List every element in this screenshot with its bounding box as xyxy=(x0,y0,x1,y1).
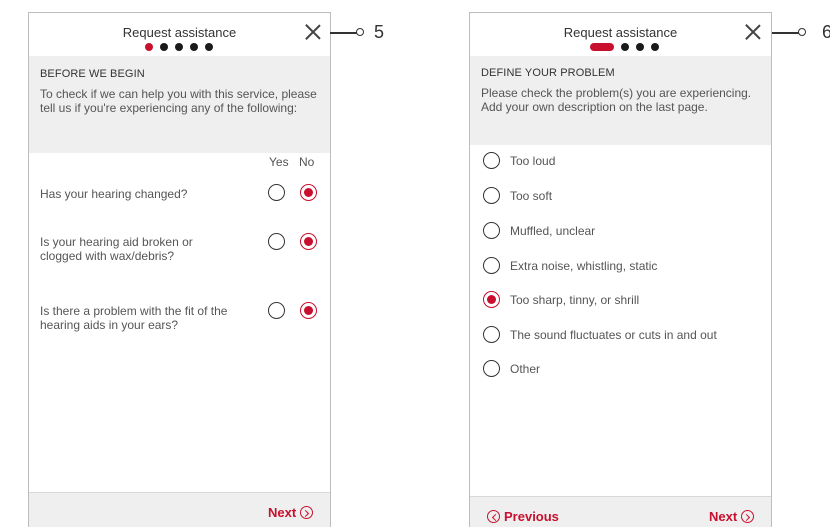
option-too-loud[interactable]: Too loud xyxy=(483,152,763,172)
step-dot xyxy=(190,43,198,51)
step-dot xyxy=(160,43,168,51)
option-radio[interactable] xyxy=(483,152,500,169)
option-label: Too soft xyxy=(510,189,553,203)
step-indicator xyxy=(590,43,659,51)
chevron-left-icon xyxy=(487,510,500,523)
question-row: Is there a problem with the fit of the h… xyxy=(40,302,320,334)
intro-heading: DEFINE YOUR PROBLEM xyxy=(481,67,615,79)
callout-endpoint xyxy=(356,28,364,36)
header: Request assistance xyxy=(470,13,771,55)
step-dot xyxy=(636,43,644,51)
question-text: Is there a problem with the fit of the h… xyxy=(40,304,228,332)
intro-panel: DEFINE YOUR PROBLEM Please check the pro… xyxy=(470,56,771,145)
intro-text: Please check the problem(s) you are expe… xyxy=(481,86,752,114)
yes-radio[interactable] xyxy=(268,233,285,250)
option-label: Too loud xyxy=(510,154,556,168)
previous-button[interactable]: Previous xyxy=(487,509,559,524)
callout-number: 6 xyxy=(822,22,830,42)
option-fluctuates[interactable]: The sound fluctuates or cuts in and out xyxy=(483,326,763,346)
step-dot-active xyxy=(590,43,614,51)
option-label: Other xyxy=(510,362,541,376)
no-radio[interactable] xyxy=(300,184,317,201)
chevron-right-icon xyxy=(741,510,755,523)
callout-line xyxy=(330,32,358,34)
callout-line xyxy=(772,32,800,34)
option-label: Too sharp, tinny, or shrill xyxy=(510,293,640,307)
question-text: Is your hearing aid broken or clogged wi… xyxy=(40,235,193,263)
question-text: Has your hearing changed? xyxy=(40,187,188,201)
step-dot xyxy=(175,43,183,51)
next-label: Next xyxy=(268,505,297,520)
option-label: Extra noise, whistling, static xyxy=(510,259,658,273)
option-radio[interactable] xyxy=(483,222,500,239)
close-icon[interactable] xyxy=(742,21,764,43)
question-row: Has your hearing changed? xyxy=(40,184,320,204)
option-radio[interactable] xyxy=(483,187,500,204)
no-radio[interactable] xyxy=(300,302,317,319)
next-button[interactable]: Next xyxy=(268,505,314,520)
previous-label: Previous xyxy=(504,509,559,524)
callout-endpoint xyxy=(798,28,806,36)
screen-define-your-problem: Request assistance DEFINE YOUR PROBLEM P… xyxy=(469,12,772,527)
no-column-header: No xyxy=(299,155,315,169)
footer-bar: Previous Next xyxy=(470,496,771,527)
yes-column-header: Yes xyxy=(269,155,289,169)
step-dot xyxy=(205,43,213,51)
callout-number: 5 xyxy=(374,22,385,42)
next-label: Next xyxy=(709,509,738,524)
option-muffled[interactable]: Muffled, unclear xyxy=(483,222,763,242)
close-icon[interactable] xyxy=(302,21,324,43)
option-label: The sound fluctuates or cuts in and out xyxy=(510,328,717,342)
header: Request assistance xyxy=(29,13,330,55)
question-row: Is your hearing aid broken or clogged wi… xyxy=(40,233,320,265)
step-indicator xyxy=(145,43,213,51)
option-too-sharp[interactable]: Too sharp, tinny, or shrill xyxy=(483,291,763,311)
no-radio[interactable] xyxy=(300,233,317,250)
option-radio[interactable] xyxy=(483,360,500,377)
yes-radio[interactable] xyxy=(268,184,285,201)
option-radio[interactable] xyxy=(483,257,500,274)
option-too-soft[interactable]: Too soft xyxy=(483,187,763,207)
option-label: Muffled, unclear xyxy=(510,224,596,238)
intro-text: To check if we can help you with this se… xyxy=(40,87,317,115)
step-dot xyxy=(651,43,659,51)
screen-before-we-begin: Request assistance BEFORE WE BEGIN To ch… xyxy=(28,12,331,527)
yes-radio[interactable] xyxy=(268,302,285,319)
header-title: Request assistance xyxy=(563,25,678,40)
header-title: Request assistance xyxy=(122,25,237,40)
chevron-right-icon xyxy=(300,506,314,519)
footer-bar: Next xyxy=(29,492,330,527)
intro-panel: BEFORE WE BEGIN To check if we can help … xyxy=(29,56,330,153)
next-button[interactable]: Next xyxy=(709,509,755,524)
option-radio-selected[interactable] xyxy=(483,291,500,308)
option-other[interactable]: Other xyxy=(483,360,763,380)
step-dot xyxy=(621,43,629,51)
step-dot xyxy=(145,43,153,51)
intro-heading: BEFORE WE BEGIN xyxy=(40,68,145,80)
option-radio[interactable] xyxy=(483,326,500,343)
option-extra-noise[interactable]: Extra noise, whistling, static xyxy=(483,257,763,277)
